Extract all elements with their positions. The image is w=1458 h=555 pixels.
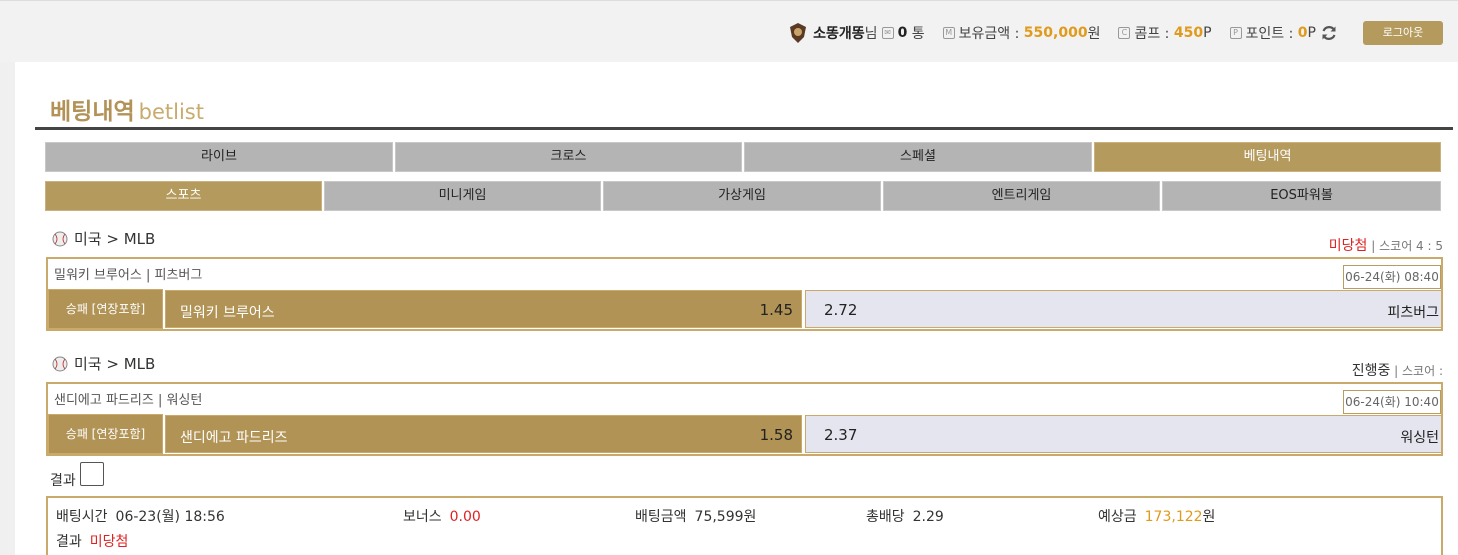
summary-bet-time: 배팅시간 06-23(월) 18:56 [56, 506, 225, 526]
summary-expected-label: 예상금 [1098, 509, 1137, 525]
result-filter-label: 결과 [50, 473, 76, 489]
user-nickname-group: 소똥개똥 님 [789, 23, 878, 43]
messages-unit: 통 [911, 26, 925, 42]
bet-1-away-pick[interactable]: 2.72 피츠버그 [805, 290, 1442, 328]
bet-2-status: 진행중 | 스코어 : [1352, 360, 1443, 380]
top-bar: 소똥개똥 님 ✉ 0 통 M 보유금액 : 550,000 원 C 콤프 : 450… [0, 0, 1458, 62]
subtab-entry[interactable]: 엔트리게임 [883, 181, 1160, 211]
comp-group: C 콤프 : 450 P [1118, 23, 1212, 43]
summary-total-odds: 총배당 2.29 [866, 506, 944, 526]
subtab-eos-powerball[interactable]: EOS파워볼 [1162, 181, 1441, 211]
title-divider [35, 127, 1453, 130]
bet-1-away-team: 피츠버그 [1387, 305, 1439, 321]
page-title-en: betlist [138, 100, 204, 124]
summary-total-odds-value: 2.29 [912, 509, 944, 525]
envelope-icon: ✉ [881, 27, 894, 39]
refresh-icon[interactable] [1320, 24, 1338, 42]
summary-bet-amount-value: 75,599원 [694, 509, 757, 525]
bet-2-status-text: 진행중 [1351, 363, 1391, 379]
money-icon: M [942, 27, 955, 39]
bet-1-home-team: 밀워키 브루어스 [180, 305, 275, 321]
bet-1-score: | 스코어 4 : 5 [1371, 239, 1443, 253]
bet-1-home-pick[interactable]: 밀워키 브루어스 1.45 [165, 290, 802, 328]
point-icon: P [1229, 27, 1242, 39]
tab-special[interactable]: 스페셜 [744, 142, 1092, 172]
point-label: 포인트 : [1245, 26, 1294, 42]
bet-2-box: 샌디에고 파드리즈 | 워싱턴 06-24(화) 10:40 승패 [연장포함]… [46, 382, 1443, 456]
bet-summary: 배팅시간 06-23(월) 18:56 보너스 0.00 배팅금액 75,599원 총… [46, 496, 1443, 555]
tab-betlist[interactable]: 베팅내역 [1094, 142, 1441, 172]
summary-result: 결과 미당첨 [56, 531, 128, 551]
result-checkbox[interactable] [79, 462, 104, 486]
bet-2-league-text: 미국 > MLB [74, 355, 156, 373]
bet-1-market: 승패 [연장포함] [48, 289, 163, 329]
user-suffix: 님 [864, 26, 878, 42]
sub-tabs: 스포츠 미니게임 가상게임 엔트리게임 EOS파워볼 [45, 181, 1441, 211]
bet-2-away-pick[interactable]: 2.37 워싱턴 [805, 415, 1442, 453]
bet-2-away-team: 워싱턴 [1400, 430, 1439, 446]
bet-2-home-team: 샌디에고 파드리즈 [180, 430, 288, 446]
subtab-virtual[interactable]: 가상게임 [603, 181, 881, 211]
bet-1-league: 미국 > MLB [52, 228, 155, 249]
user-nickname: 소똥개똥 [813, 26, 865, 42]
balance-unit: 원 [1087, 26, 1101, 42]
tab-cross[interactable]: 크로스 [395, 142, 742, 172]
comp-icon: C [1118, 27, 1131, 39]
summary-expected-unit: 원 [1202, 509, 1216, 525]
summary-expected: 예상금 173,122원 [1098, 506, 1215, 526]
balance-value: 550,000 [1023, 25, 1088, 41]
bet-2-match: 샌디에고 파드리즈 | 워싱턴 [54, 393, 203, 408]
bet-1-status: 미당첨 | 스코어 4 : 5 [1329, 235, 1443, 255]
summary-expected-value: 173,122 [1144, 509, 1203, 525]
summary-bonus: 보너스 0.00 [403, 506, 481, 526]
bet-1-box: 밀워키 브루어스 | 피츠버그 06-24(화) 08:40 승패 [연장포함]… [46, 257, 1443, 331]
page-title: 베팅내역 betlist [50, 92, 204, 126]
summary-bet-time-label: 배팅시간 [56, 509, 108, 525]
bet-1-league-text: 미국 > MLB [74, 230, 156, 248]
bet-2-score: | 스코어 : [1394, 364, 1443, 378]
balance-group: M 보유금액 : 550,000 원 [942, 23, 1101, 43]
bet-2-away-odds: 2.37 [824, 426, 858, 444]
bet-2-home-pick[interactable]: 샌디에고 파드리즈 1.58 [165, 415, 802, 453]
summary-bet-time-value: 06-23(월) 18:56 [115, 509, 225, 525]
user-info: 소똥개똥 님 ✉ 0 통 M 보유금액 : 550,000 원 C 콤프 : 450… [789, 22, 1338, 44]
summary-bonus-value: 0.00 [449, 509, 481, 525]
logout-button[interactable]: 로그아웃 [1363, 21, 1443, 45]
summary-bet-amount-label: 배팅금액 [635, 509, 687, 525]
bet-1-status-text: 미당첨 [1328, 238, 1368, 254]
baseball-icon [52, 356, 68, 371]
comp-unit: P [1203, 25, 1212, 41]
summary-bonus-label: 보너스 [403, 509, 442, 525]
bet-2-market: 승패 [연장포함] [48, 414, 163, 454]
messages-count: 0 [897, 25, 908, 41]
summary-result-label: 결과 [56, 534, 82, 550]
bet-1-datetime: 06-24(화) 08:40 [1343, 265, 1441, 289]
subtab-minigame[interactable]: 미니게임 [324, 181, 601, 211]
bet-2-home-odds: 1.58 [759, 426, 793, 444]
baseball-icon [52, 231, 68, 246]
page-title-ko: 베팅내역 [50, 99, 135, 125]
subtab-sports[interactable]: 스포츠 [45, 181, 322, 211]
point-unit: P [1307, 25, 1316, 41]
comp-value: 450 [1173, 25, 1204, 41]
point-value: 0 [1297, 25, 1308, 41]
balance-label: 보유금액 : [958, 26, 1020, 42]
bet-1-away-odds: 2.72 [824, 301, 858, 319]
main-tabs: 라이브 크로스 스페셜 베팅내역 [45, 142, 1441, 172]
point-group: P 포인트 : 0P [1229, 23, 1338, 43]
bet-1-home-odds: 1.45 [759, 301, 793, 319]
bet-2-league: 미국 > MLB [52, 353, 155, 374]
user-emblem-icon [790, 23, 807, 43]
bet-1-match: 밀워키 브루어스 | 피츠버그 [54, 268, 203, 283]
messages-group[interactable]: ✉ 0 통 [881, 23, 925, 43]
summary-result-value: 미당첨 [89, 534, 129, 550]
comp-label: 콤프 : [1134, 26, 1170, 42]
result-filter: 결과 [50, 462, 104, 490]
bet-2-datetime: 06-24(화) 10:40 [1343, 390, 1441, 414]
summary-bet-amount: 배팅금액 75,599원 [635, 506, 756, 526]
summary-total-odds-label: 총배당 [866, 509, 905, 525]
tab-live[interactable]: 라이브 [45, 142, 393, 172]
main-panel: 베팅내역 betlist 라이브 크로스 스페셜 베팅내역 스포츠 미니게임 가상… [15, 62, 1458, 555]
